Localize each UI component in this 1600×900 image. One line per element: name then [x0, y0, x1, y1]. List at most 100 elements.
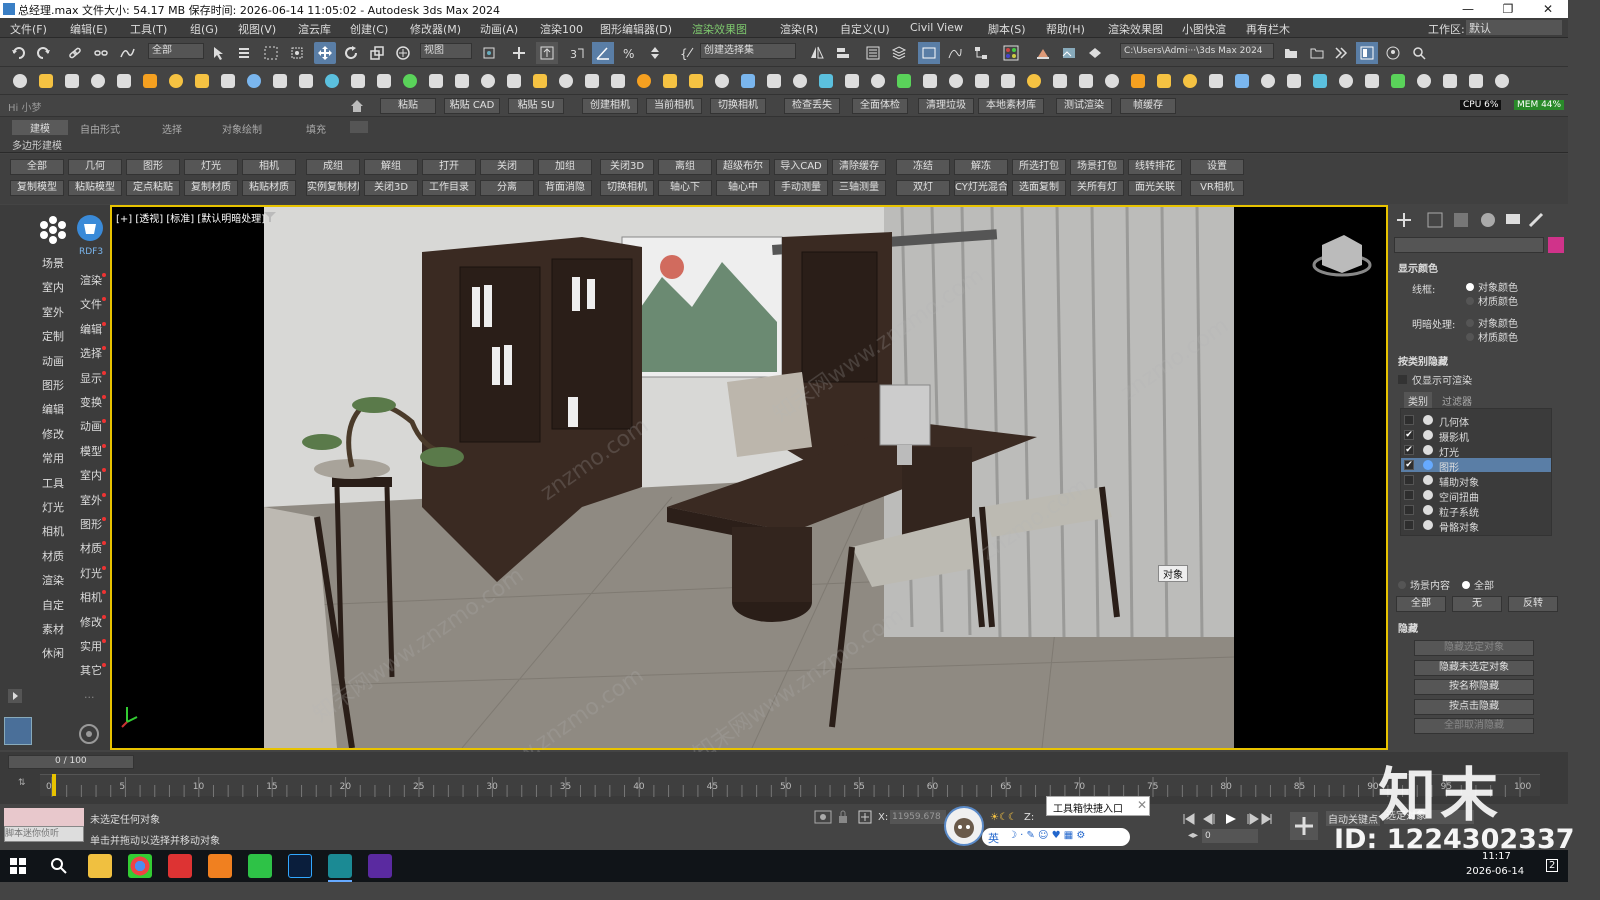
project-folder-icon[interactable] — [1280, 42, 1302, 64]
plugin-icon-50[interactable] — [1313, 74, 1327, 88]
hide-section-header[interactable]: 隐藏 — [1398, 620, 1418, 635]
select-all-button[interactable]: 全部 — [1396, 596, 1446, 612]
wireframe-object-color-radio[interactable]: 对象颜色 — [1466, 279, 1518, 294]
selection-filter-dropdown[interactable]: 全部 — [148, 43, 204, 59]
plugin-icon-28[interactable] — [741, 74, 755, 88]
select-none-button[interactable]: 无 — [1452, 596, 1502, 612]
tool-row2-16[interactable]: CY灯光混合 — [954, 180, 1008, 196]
maxscript-listener[interactable] — [4, 808, 84, 826]
settings-gear-icon[interactable] — [78, 723, 100, 745]
menu-extra[interactable]: 再有栏木 — [1246, 21, 1290, 37]
acrobat-icon[interactable] — [168, 854, 192, 878]
tool-row2-18[interactable]: 关所有灯 — [1070, 180, 1124, 196]
render-setup-icon[interactable] — [1032, 42, 1054, 64]
tab-filter[interactable]: 过滤器 — [1438, 392, 1476, 409]
quick-btn-11[interactable]: 帧缓存 — [1120, 98, 1176, 114]
category-row[interactable]: ✔ 灯光 — [1401, 443, 1551, 459]
hide-button-4[interactable]: 全部取消隐藏 — [1414, 718, 1534, 734]
spinner-snap-icon[interactable] — [644, 42, 666, 64]
display-color-header[interactable]: 显示颜色 — [1398, 260, 1438, 275]
tool-row2-6[interactable]: 关闭3D — [364, 180, 418, 196]
help-search-icon[interactable] — [1408, 42, 1430, 64]
tool-row2-5[interactable]: 实例复制材质 — [306, 180, 360, 196]
select-object-icon[interactable] — [208, 42, 230, 64]
hide-by-category-header[interactable]: 按类别隐藏 — [1398, 353, 1448, 368]
plugin-icon-16[interactable] — [429, 74, 443, 88]
tool-row1-9[interactable]: 加组 — [538, 159, 592, 175]
wireframe-material-color-radio[interactable]: 材质颜色 — [1466, 293, 1518, 308]
select-manipulate-icon[interactable] — [508, 42, 530, 64]
align-icon[interactable] — [832, 42, 854, 64]
tool-row2-19[interactable]: 面光关联 — [1128, 180, 1182, 196]
tool-row2-13[interactable]: 手动测量 — [774, 180, 828, 196]
menu-civil-view[interactable]: Civil View — [910, 21, 963, 34]
plugin-icon-13[interactable] — [351, 74, 365, 88]
unlink-icon[interactable] — [90, 42, 112, 64]
only-renderable-checkbox[interactable]: 仅显示可渲染 — [1398, 372, 1472, 387]
plugin-icon-31[interactable] — [819, 74, 833, 88]
ribbon-tab-freeform[interactable]: 自由形式 — [80, 121, 120, 136]
tool-row1-7[interactable]: 打开 — [422, 159, 476, 175]
left-nav-col1-6[interactable]: 编辑 — [42, 401, 64, 417]
command-panel-tabs[interactable] — [1396, 211, 1556, 229]
window-crossing-icon[interactable] — [286, 42, 308, 64]
menu-edit[interactable]: 编辑(E) — [70, 21, 108, 37]
category-row[interactable]: 几何体 — [1401, 413, 1551, 429]
close-button[interactable]: ✕ — [1528, 0, 1568, 18]
left-nav-col1-7[interactable]: 修改 — [42, 426, 64, 442]
plugin-icon-32[interactable] — [845, 74, 859, 88]
plugin-icon-15[interactable] — [403, 74, 417, 88]
plugin-icon-40[interactable] — [1053, 74, 1067, 88]
plugin-icon-48[interactable] — [1261, 74, 1275, 88]
category-checkbox[interactable] — [1404, 505, 1414, 515]
tools-popup-close-icon[interactable]: ✕ — [1137, 798, 1147, 812]
hide-button-0[interactable]: 隐藏选定对象 — [1414, 640, 1534, 656]
object-name-field[interactable] — [1394, 237, 1544, 253]
wechat-icon[interactable] — [248, 854, 272, 878]
category-checkbox[interactable] — [1404, 520, 1414, 530]
absolute-mode-icon[interactable] — [858, 810, 872, 824]
timeline-filter-icon[interactable]: ⇅ — [18, 778, 26, 788]
keyboard-shortcut-icon[interactable] — [536, 42, 558, 64]
plugin-icon-2[interactable] — [65, 74, 79, 88]
left-nav-col2-5[interactable]: 变换 — [80, 394, 102, 410]
shaded-material-color-radio[interactable]: 材质颜色 — [1466, 329, 1518, 344]
tool-row1-6[interactable]: 解组 — [364, 159, 418, 175]
tool-row1-8[interactable]: 关闭 — [480, 159, 534, 175]
tool-row1-11[interactable]: 离组 — [658, 159, 712, 175]
quick-btn-1[interactable]: 粘贴 CAD — [444, 98, 500, 114]
workspace-dropdown[interactable]: 默认 — [1466, 20, 1562, 35]
left-nav-col2-11[interactable]: 材质 — [80, 540, 102, 556]
toolbox-mascot-icon[interactable] — [944, 806, 984, 846]
menu-modifiers[interactable]: 修改器(M) — [410, 21, 461, 37]
minimize-button[interactable]: — — [1448, 0, 1488, 18]
tool-row1-10[interactable]: 关闭3D — [600, 159, 654, 175]
left-nav-col2-6[interactable]: 动画 — [80, 418, 102, 434]
hide-button-1[interactable]: 隐藏未选定对象 — [1414, 659, 1534, 676]
current-frame-field[interactable]: 0 — [1202, 829, 1258, 843]
toggle-ribbon-icon[interactable] — [918, 42, 940, 64]
category-row[interactable]: 骨骼对象 — [1401, 518, 1551, 534]
tool-row2-0[interactable]: 复制模型 — [10, 180, 64, 196]
expand-panel-button[interactable] — [8, 689, 22, 703]
left-nav-col2-13[interactable]: 相机 — [80, 589, 102, 605]
menu-scripting[interactable]: 脚本(S) — [988, 21, 1026, 37]
left-nav-col1-15[interactable]: 素材 — [42, 621, 64, 637]
tool-row2-10[interactable]: 切换相机 — [600, 180, 654, 196]
plugin-icon-41[interactable] — [1079, 74, 1093, 88]
plugin-icon-14[interactable] — [377, 74, 391, 88]
sign-in-icon[interactable] — [1382, 42, 1404, 64]
quick-btn-0[interactable]: 粘贴 — [380, 98, 436, 114]
lock-icon[interactable] — [838, 810, 848, 824]
plugin-icon-21[interactable] — [559, 74, 573, 88]
tool-row1-17[interactable]: 所选打包 — [1012, 159, 1066, 175]
tool-row2-7[interactable]: 工作目录 — [422, 180, 476, 196]
plugin-icon-56[interactable] — [1469, 74, 1483, 88]
ime-icons[interactable]: ☽ · ✎ ☺ ♥ ▦ ⚙ — [1008, 830, 1085, 841]
left-nav-col1-4[interactable]: 动画 — [42, 353, 64, 369]
plugin-icons-strip[interactable] — [8, 71, 1558, 91]
plugin-icon-52[interactable] — [1365, 74, 1379, 88]
ime-toolbar[interactable]: 英 ☽ · ✎ ☺ ♥ ▦ ⚙ — [982, 828, 1130, 846]
menu-animation[interactable]: 动画(A) — [480, 21, 518, 37]
left-nav-col1-12[interactable]: 材质 — [42, 548, 64, 564]
